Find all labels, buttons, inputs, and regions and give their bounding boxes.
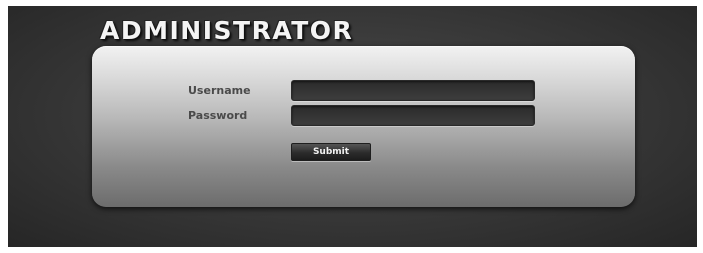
login-page-background: ADMINISTRATOR Username Password Submit — [8, 6, 697, 247]
submit-button[interactable]: Submit — [291, 143, 371, 161]
password-input[interactable] — [291, 105, 535, 126]
username-input[interactable] — [291, 80, 535, 101]
username-label: Username — [188, 84, 251, 97]
password-label: Password — [188, 109, 248, 122]
login-panel: Username Password Submit — [92, 46, 635, 207]
page-title: ADMINISTRATOR — [100, 16, 354, 45]
